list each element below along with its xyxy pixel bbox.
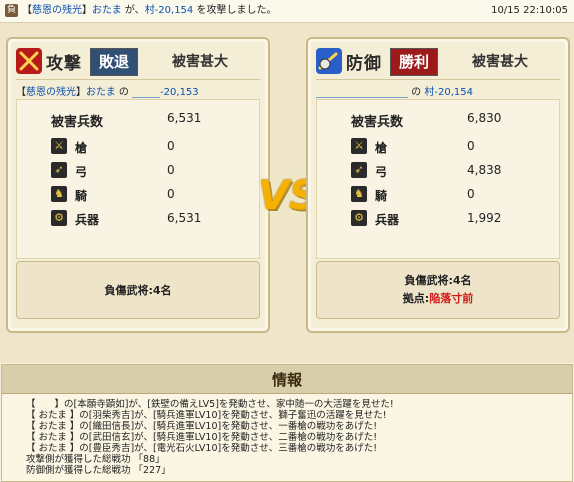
defense-panel: 防御 勝利 被害甚大 の 村-20,154 被害兵数 6,830 ⚔ 槍 0 ➶…: [306, 37, 570, 333]
attack-result-badge: 敗退: [90, 48, 139, 76]
cavalry-row: ♞ 騎 0: [317, 184, 559, 206]
divider: [316, 79, 560, 80]
battle-log: 【 】の[本願寺顕如]が、[鉄壁の備えLV5]を発動させ、家中随一の大活躍を見せ…: [26, 399, 566, 476]
injured-generals: 負傷武将:4名: [104, 284, 172, 297]
bow-row: ➶ 弓 4,838: [317, 160, 559, 182]
defender-village-link[interactable]: 村-20,154: [424, 87, 473, 98]
info-title: 情報: [271, 371, 302, 389]
spear-icon: ⚔: [351, 138, 367, 154]
summary-tail: を攻撃しました。: [193, 5, 277, 16]
attack-label: 攻撃: [46, 54, 82, 74]
casualties-row: 被害兵数 6,531: [51, 111, 202, 130]
attack-casualties-box: 被害兵数 6,531 ⚔ 槍 0 ➶ 弓 0 ♞ 騎 0 ⚙ 兵器 6,531: [16, 99, 260, 259]
attack-summary: 負傷武将:4名: [16, 261, 260, 319]
battle-panels: 攻撃 敗退 被害甚大 【慈恩の残光】おたま の -20,153 被害兵数 6,5…: [0, 23, 574, 363]
attack-damage-level: 被害甚大: [172, 54, 228, 70]
info-panel: 情報 【 】の[本願寺顕如]が、[鉄壁の備えLV5]を発動させ、家中随一の大活躍…: [1, 364, 573, 482]
defense-summary: 負傷武将:4名 拠点:陥落寸前: [316, 261, 560, 319]
masked-text: [316, 88, 408, 98]
attacker-player-link[interactable]: おたま: [86, 87, 116, 98]
horse-icon: ♞: [351, 186, 367, 202]
attacker-alliance-link[interactable]: 慈恩の残光: [26, 87, 76, 98]
spear-row: ⚔ 槍 0: [17, 136, 259, 158]
target-village-link[interactable]: 村-20,154: [145, 5, 194, 16]
cavalry-row: ♞ 騎 0: [17, 184, 259, 206]
bracket-close: 】: [82, 5, 92, 16]
injured-generals: 負傷武将:4名: [404, 274, 472, 287]
battle-summary-line: 【慈恩の残光】おたま が、村-20,154 を攻撃しました。: [22, 4, 276, 18]
info-title-bar: 情報: [2, 365, 572, 394]
defense-header: 防御 勝利 被害甚大: [314, 45, 562, 79]
battle-report-header: 負 【慈恩の残光】おたま が、村-20,154 を攻撃しました。 10/15 2…: [0, 0, 574, 23]
log-line: 【 おたま 】の[武田信玄]が、[騎兵進軍LV10]を発動させ、二番槍の戦功をあ…: [26, 432, 378, 443]
spear-row: ⚔ 槍 0: [317, 136, 559, 158]
bracket-open: 【: [22, 5, 32, 16]
shield-spear-icon: [316, 48, 342, 74]
attacker-village-link[interactable]: -20,153: [160, 87, 199, 98]
log-line: 【 おたま 】の[羽柴秀吉]が、[騎兵進軍LV10]を発動させ、獅子奮迅の活躍を…: [26, 410, 387, 421]
attacker-info: 【慈恩の残光】おたま の -20,153: [16, 87, 199, 98]
weapon-row: ⚙ 兵器 6,531: [17, 208, 259, 230]
defense-result-badge: 勝利: [390, 48, 439, 76]
base-status: 拠点:陥落寸前: [402, 292, 474, 305]
connector-text: が、: [121, 5, 145, 16]
defender-info: の 村-20,154: [316, 83, 473, 98]
masked-text: [132, 88, 161, 98]
log-line: 【 】の[本願寺顕如]が、[鉄壁の備えLV5]を発動させ、家中随一の大活躍を見せ…: [26, 399, 394, 410]
alliance-link[interactable]: 慈恩の残光: [32, 5, 82, 16]
base-status-value: 陥落寸前: [429, 292, 474, 305]
casualties-row: 被害兵数 6,830: [351, 111, 502, 130]
log-line: 【 おたま 】の[豊臣秀吉]が、[電光石火LV10]を発動させ、三番槍の戦功をあ…: [26, 443, 378, 454]
divider: [16, 79, 260, 80]
attack-header: 攻撃 敗退 被害甚大: [14, 45, 262, 79]
crossed-swords-icon: [16, 48, 42, 74]
log-line: 防御側が獲得した総戦功 「227」: [26, 465, 171, 476]
horse-icon: ♞: [51, 186, 67, 202]
bow-row: ➶ 弓 0: [17, 160, 259, 182]
log-line: 【 おたま 】の[織田信長]が、[騎兵進軍LV10]を発動させ、一番槍の戦功をあ…: [26, 421, 378, 432]
defense-damage-level: 被害甚大: [472, 54, 528, 70]
defeat-badge: 負: [5, 4, 18, 17]
weapon-row: ⚙ 兵器 1,992: [317, 208, 559, 230]
battle-timestamp: 10/15 22:10:05: [491, 5, 568, 16]
defense-casualties-box: 被害兵数 6,830 ⚔ 槍 0 ➶ 弓 4,838 ♞ 騎 0 ⚙ 兵器 1,: [316, 99, 560, 259]
bow-icon: ➶: [51, 162, 67, 178]
defense-label: 防御: [346, 54, 382, 74]
siege-weapon-icon: ⚙: [51, 210, 67, 226]
player-link[interactable]: おたま: [92, 5, 122, 16]
bow-icon: ➶: [351, 162, 367, 178]
siege-weapon-icon: ⚙: [351, 210, 367, 226]
log-line: 攻撃側が獲得した総戦功 「88」: [26, 454, 165, 465]
spear-icon: ⚔: [51, 138, 67, 154]
attack-panel: 攻撃 敗退 被害甚大 【慈恩の残光】おたま の -20,153 被害兵数 6,5…: [6, 37, 270, 333]
